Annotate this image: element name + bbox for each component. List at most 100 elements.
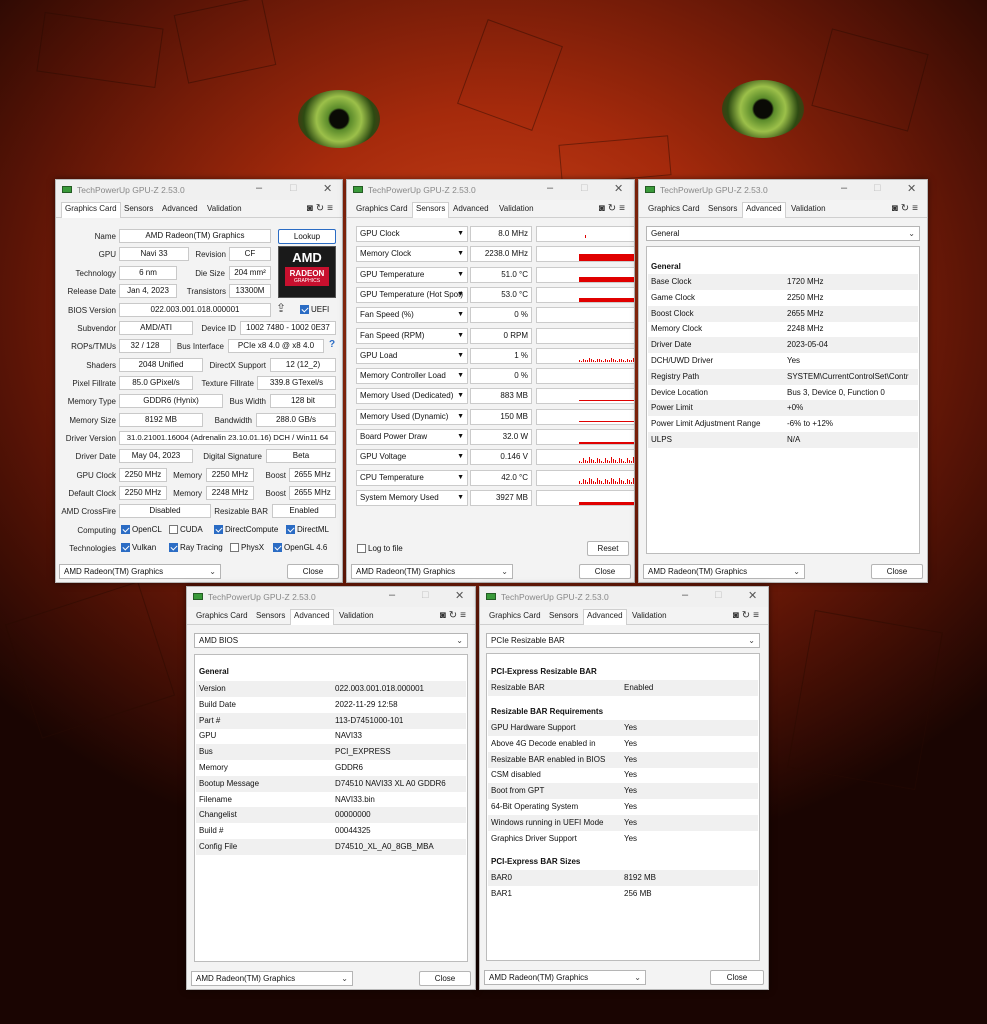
sensor-name-select[interactable]: Fan Speed (RPM) ▼ [356,327,468,344]
close-icon[interactable]: ✕ [907,182,916,195]
sensor-name-select[interactable]: Memory Clock ▼ [356,246,468,263]
maximize-icon[interactable]: □ [874,182,881,194]
opengl-checkbox[interactable]: OpenGL 4.6 [273,543,327,552]
minimize-icon[interactable]: – [682,589,688,601]
directml-checkbox[interactable]: DirectML [286,525,329,534]
maximize-icon[interactable]: □ [715,589,722,601]
menu-icon[interactable]: ≡ [327,203,336,214]
advanced-category-select[interactable]: General ⌄ [646,226,920,241]
reset-button[interactable]: Reset [587,541,629,556]
graph-spike [623,461,624,464]
close-icon[interactable]: ✕ [748,589,757,602]
sensor-name-select[interactable]: Memory Used (Dynamic) ▼ [356,408,468,425]
share-icon[interactable]: ⇪ [276,301,286,315]
close-button[interactable]: Close [710,970,764,985]
minimize-icon[interactable]: – [841,182,847,194]
tab-advanced[interactable]: Advanced [162,204,198,213]
tab-validation[interactable]: Validation [499,204,534,213]
gpu-select[interactable]: AMD Radeon(TM) Graphics ⌄ [59,564,221,579]
tab-sensors[interactable]: Sensors [549,611,578,620]
menu-icon[interactable]: ≡ [619,203,628,214]
camera-icon[interactable]: ◙ [440,610,449,621]
refresh-icon[interactable]: ↻ [901,203,912,214]
uefi-checkbox[interactable]: UEFI [300,305,329,314]
refresh-icon[interactable]: ↻ [742,610,753,621]
section-heading: General [199,667,229,676]
minimize-icon[interactable]: – [389,589,395,601]
raytracing-checkbox[interactable]: Ray Tracing [169,543,223,552]
directcompute-checkbox[interactable]: DirectCompute [214,525,278,534]
sensor-name-select[interactable]: GPU Load ▼ [356,347,468,364]
title-bar[interactable]: TechPowerUp GPU-Z 2.53.0 – □ ✕ [480,587,768,607]
tab-advanced[interactable]: Advanced [290,609,334,625]
close-icon[interactable]: ✕ [323,182,332,195]
sensor-name-select[interactable]: Memory Controller Load ▼ [356,368,468,385]
close-button[interactable]: Close [579,564,631,579]
sensor-name-select[interactable]: Board Power Draw ▼ [356,429,468,445]
lookup-button[interactable]: Lookup [278,229,336,244]
title-bar[interactable]: TechPowerUp GPU-Z 2.53.0 – □ ✕ [187,587,475,607]
camera-icon[interactable]: ◙ [599,203,608,214]
section-heading-rebar: PCI-Express Resizable BAR [491,667,597,676]
tab-validation[interactable]: Validation [339,611,374,620]
title-bar[interactable]: TechPowerUp GPU-Z 2.53.0 – □ ✕ [347,180,634,200]
tab-validation[interactable]: Validation [207,204,242,213]
sensor-name-select[interactable]: CPU Temperature ▼ [356,469,468,486]
close-icon[interactable]: ✕ [614,182,623,195]
tab-graphics-card[interactable]: Graphics Card [356,204,408,213]
minimize-icon[interactable]: – [547,182,553,194]
tab-graphics-card[interactable]: Graphics Card [196,611,248,620]
tab-graphics-card[interactable]: Graphics Card [489,611,541,620]
advanced-category-select[interactable]: AMD BIOS ⌄ [194,633,468,648]
title-bar[interactable]: TechPowerUp GPU-Z 2.53.0 – □ ✕ [639,180,927,200]
tab-sensors[interactable]: Sensors [256,611,285,620]
sensor-name-select[interactable]: System Memory Used ▼ [356,489,468,506]
gpu-select[interactable]: AMD Radeon(TM) Graphics ⌄ [351,564,513,579]
tab-advanced[interactable]: Advanced [742,202,786,218]
physx-checkbox[interactable]: PhysX [230,543,264,552]
tab-graphics-card[interactable]: Graphics Card [61,202,121,218]
tab-sensors[interactable]: Sensors [412,202,450,218]
tab-advanced[interactable]: Advanced [583,609,627,625]
menu-icon[interactable]: ≡ [460,610,469,621]
maximize-icon[interactable]: □ [422,589,429,601]
help-icon[interactable]: ? [329,339,335,350]
minimize-icon[interactable]: – [256,182,262,194]
tab-graphics-card[interactable]: Graphics Card [648,204,700,213]
tab-sensors[interactable]: Sensors [124,204,153,213]
sensor-name-select[interactable]: GPU Temperature (Hot Spot) ▼ [356,286,468,303]
tab-validation[interactable]: Validation [791,204,826,213]
cuda-checkbox[interactable]: CUDA [169,525,203,534]
camera-icon[interactable]: ◙ [307,203,316,214]
sensor-graph [536,327,634,344]
maximize-icon[interactable]: □ [290,182,297,194]
sensor-name-select[interactable]: Fan Speed (%) ▼ [356,307,468,324]
advanced-category-select[interactable]: PCIe Resizable BAR ⌄ [486,633,760,648]
close-button[interactable]: Close [419,971,471,986]
opencl-checkbox[interactable]: OpenCL [121,525,162,534]
gpu-select[interactable]: AMD Radeon(TM) Graphics ⌄ [484,970,646,985]
refresh-icon[interactable]: ↻ [449,610,460,621]
camera-icon[interactable]: ◙ [892,203,901,214]
camera-icon[interactable]: ◙ [733,610,742,621]
menu-icon[interactable]: ≡ [753,610,762,621]
tab-sensors[interactable]: Sensors [708,204,737,213]
title-bar[interactable]: TechPowerUp GPU-Z 2.53.0 – □ ✕ [56,180,342,200]
log-to-file-checkbox[interactable]: Log to file [357,544,403,553]
close-button[interactable]: Close [871,564,923,579]
sensor-name-select[interactable]: Memory Used (Dedicated) ▼ [356,388,468,405]
refresh-icon[interactable]: ↻ [316,203,327,214]
close-button[interactable]: Close [287,564,339,579]
close-icon[interactable]: ✕ [455,589,464,602]
refresh-icon[interactable]: ↻ [608,203,619,214]
gpu-select[interactable]: AMD Radeon(TM) Graphics ⌄ [191,971,353,986]
tab-validation[interactable]: Validation [632,611,667,620]
sensor-name-select[interactable]: GPU Temperature ▼ [356,266,468,283]
maximize-icon[interactable]: □ [581,182,588,194]
gpu-select[interactable]: AMD Radeon(TM) Graphics ⌄ [643,564,805,579]
menu-icon[interactable]: ≡ [912,203,921,214]
sensor-name-select[interactable]: GPU Voltage ▼ [356,449,468,466]
vulkan-checkbox[interactable]: Vulkan [121,543,156,552]
tab-advanced[interactable]: Advanced [453,204,489,213]
sensor-name-select[interactable]: GPU Clock ▼ [356,226,468,242]
